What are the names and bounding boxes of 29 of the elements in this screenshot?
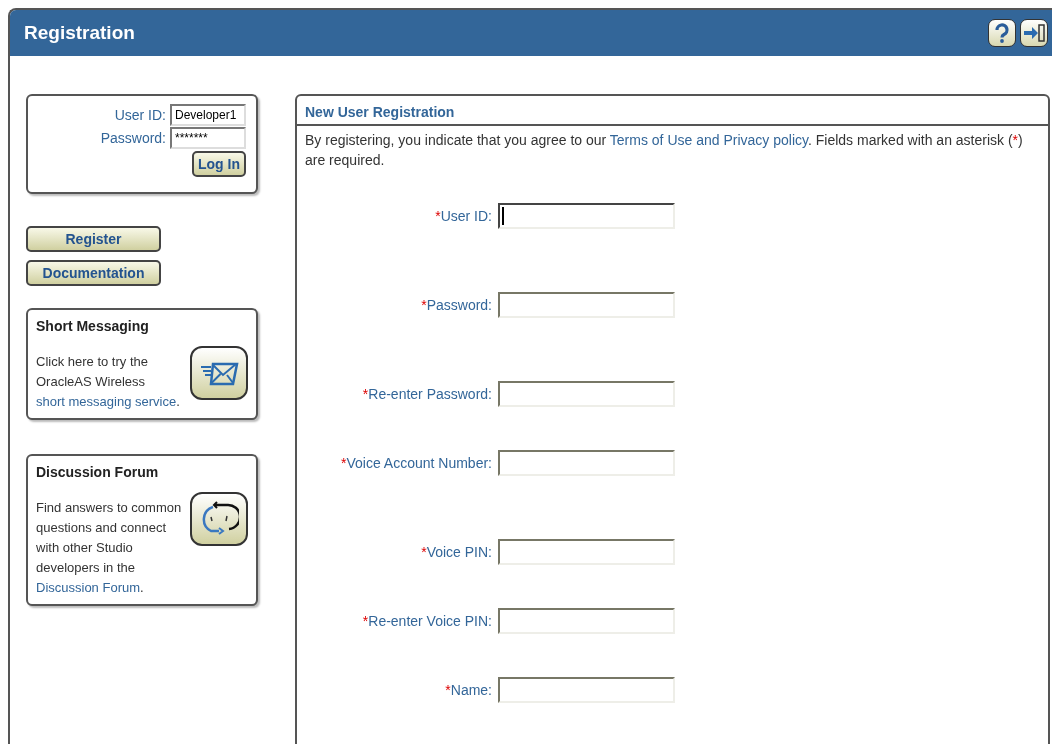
panel-title: New User Registration (297, 96, 1048, 126)
required-mark: * (445, 682, 451, 698)
card-title: Short Messaging (36, 318, 150, 334)
field-label: Voice Account Number: (346, 455, 492, 471)
window-title: Registration (24, 22, 135, 44)
required-mark: * (421, 297, 427, 313)
card-text: Find answers to common questions and connect with other Studio developers in the Discussion Forum. (36, 499, 183, 597)
required-mark: * (435, 208, 441, 224)
required-mark: * (421, 544, 427, 560)
login-button[interactable]: Log In (192, 151, 246, 177)
card-text: Click here to try the OracleAS Wireless short messaging service. (36, 353, 181, 411)
nav-button[interactable]: Documentation (26, 260, 161, 286)
password-field[interactable]: ******* (170, 127, 246, 149)
field-label: Re-enter Password: (368, 386, 492, 402)
user-id-field[interactable]: Developer1 (170, 104, 246, 126)
required-mark: * (341, 455, 347, 471)
terms-link[interactable]: Terms of Use and Privacy policy (609, 132, 808, 148)
field-label: User ID: (114, 107, 166, 123)
card-title: Discussion Forum (36, 464, 160, 480)
field-label: Password: (426, 297, 492, 313)
required-mark: * (362, 613, 369, 629)
field-label: User ID: (440, 208, 492, 224)
field-label: Re-enter Voice PIN: (368, 613, 492, 629)
intro-text: By registering, you indicate that you agree to our Terms of Use and Privacy policy. Fields marked with an asterisk (*) are required. (305, 131, 1024, 170)
field-label: Voice PIN: (426, 544, 492, 560)
nav-button[interactable]: Register (26, 226, 161, 252)
required-mark: * (362, 386, 369, 402)
field-label: Password: (100, 130, 166, 146)
field-label: Name: (450, 682, 492, 698)
